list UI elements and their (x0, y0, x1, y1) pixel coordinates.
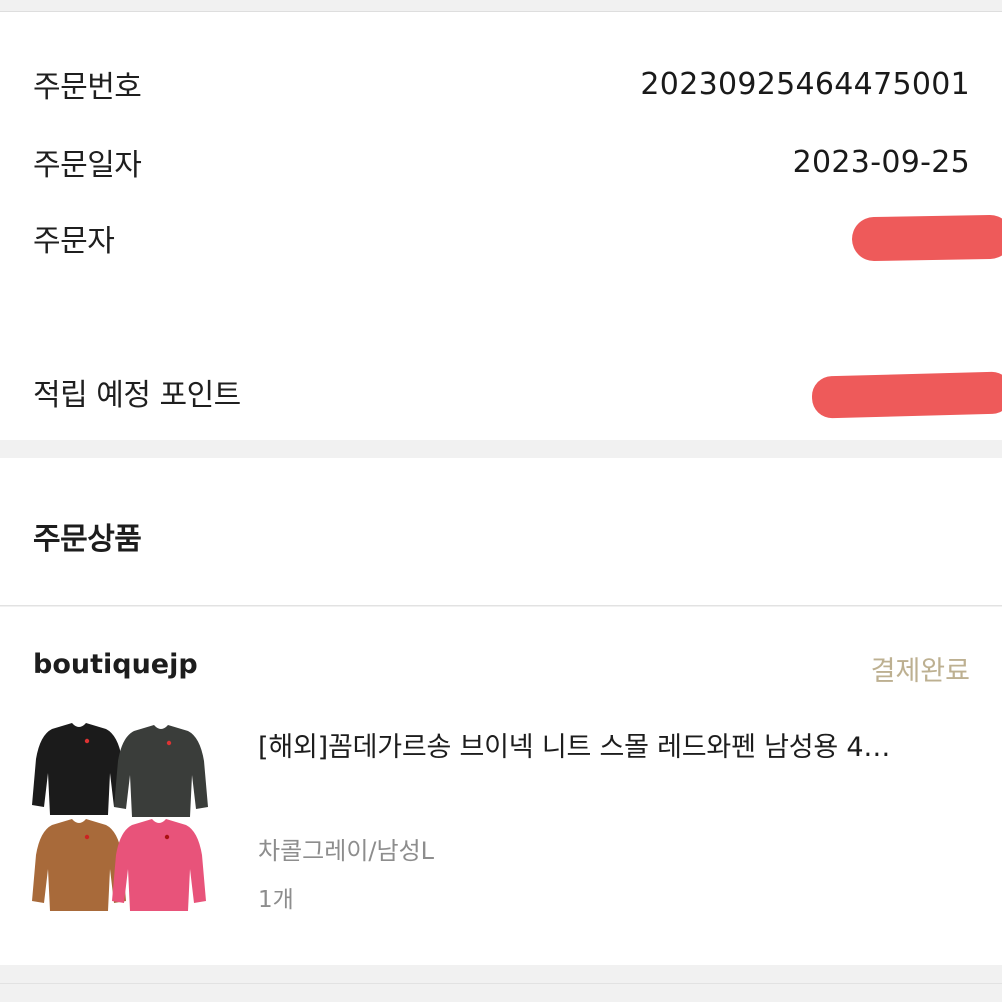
points-redaction-mark (811, 371, 1002, 419)
product-quantity: 1개 (258, 887, 294, 913)
order-date-label: 주문일자 (33, 148, 142, 183)
order-date-row: 주문일자 2023-09-25 (33, 140, 970, 184)
top-divider (0, 0, 1002, 12)
seller-name[interactable]: boutiquejp (33, 649, 198, 680)
orderer-row: 주문자 (33, 216, 970, 260)
section-title: 주문상품 (33, 522, 142, 557)
orderer-label: 주문자 (33, 224, 115, 259)
order-number-value: 20230925464475001 (640, 66, 970, 102)
product-name[interactable]: [해외]꼼데가르송 브이넥 니트 스몰 레드와펜 남성용 4… (258, 725, 890, 764)
bottom-divider (0, 983, 1002, 984)
payment-status-badge: 결제완료 (870, 656, 970, 687)
order-date-value: 2023-09-25 (792, 144, 970, 180)
points-label: 적립 예정 포인트 (33, 378, 241, 413)
order-products-header: 주문상품 (0, 458, 1002, 606)
order-number-row: 주문번호 20230925464475001 (33, 62, 970, 106)
order-number-label: 주문번호 (33, 70, 142, 105)
orderer-redaction-mark (851, 214, 1002, 262)
product-thumbnail[interactable] (32, 719, 220, 915)
product-option: 차콜그레이/남성L (258, 837, 435, 865)
order-product-card[interactable]: boutiquejp 결제완료 [해외]꼼데가르송 브이넥 니트 스몰 레드와펜… (0, 607, 1002, 965)
order-info-card: 주문번호 20230925464475001 주문일자 2023-09-25 주… (0, 12, 1002, 440)
